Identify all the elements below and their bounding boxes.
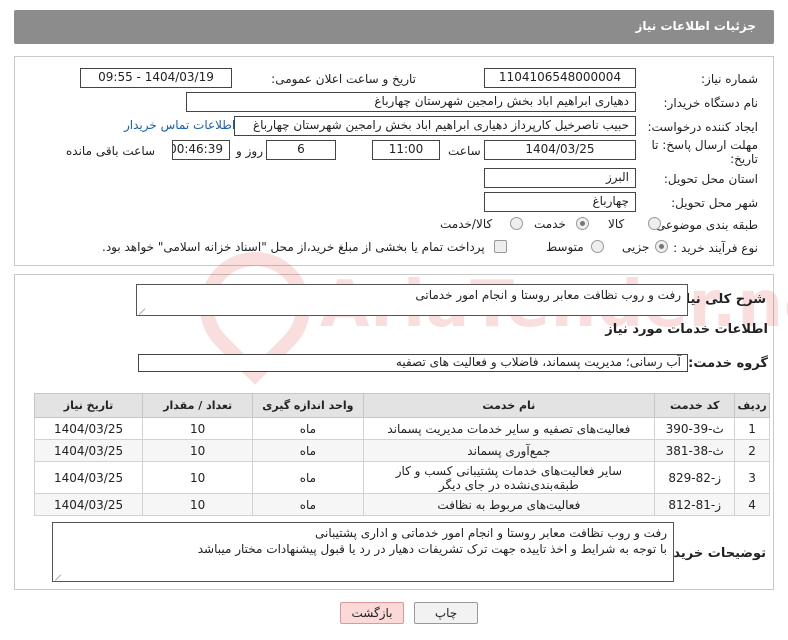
table-row: 4 ز-81-812 فعالیت‌های مربوط به نظافت ماه… xyxy=(33,493,770,516)
print-button[interactable]: چاپ xyxy=(414,602,478,624)
services-table: ردیف کد خدمت نام خدمت واحد اندازه گیری ت… xyxy=(33,393,770,516)
col-need-date: تاریخ نیاز xyxy=(33,393,144,418)
col-service-name: نام خدمت xyxy=(362,393,656,418)
days-label: روز و xyxy=(236,144,263,158)
need-number-field: 1104106548000004 xyxy=(484,68,636,88)
need-number-label: شماره نیاز: xyxy=(701,72,758,86)
treasury-note: پرداخت تمام یا بخشی از مبلغ خرید،از محل … xyxy=(102,240,485,254)
description-text: رفت و روب نظافت معابر روستا و انجام امور… xyxy=(415,288,681,302)
table-row: 2 ث-38-381 جمع‌آوری پسماند ماه 10 1404/0… xyxy=(33,439,770,462)
table-header-row: ردیف کد خدمت نام خدمت واحد اندازه گیری ت… xyxy=(33,393,770,418)
treasury-checkbox[interactable] xyxy=(494,240,507,253)
buyer-contact-link[interactable]: اطلاعات تماس خریدار xyxy=(124,118,235,132)
category-goods-label: کالا xyxy=(608,217,625,231)
category-goods-service-radio[interactable] xyxy=(510,217,523,230)
service-group-label: گروه خدمت: xyxy=(688,356,768,371)
purchase-minor-radio[interactable] xyxy=(655,240,668,253)
table-row: 3 ز-82-829 سایر فعالیت‌های خدمات پشتیبان… xyxy=(33,461,770,494)
city-field: چهارباغ xyxy=(484,192,636,212)
category-service-radio[interactable] xyxy=(576,217,589,230)
category-goods-radio[interactable] xyxy=(648,217,661,230)
remaining-label: ساعت باقی مانده xyxy=(66,144,156,158)
back-button[interactable]: بازگشت xyxy=(340,602,404,624)
purchase-medium-label: متوسط xyxy=(546,240,584,254)
city-label: شهر محل تحویل: xyxy=(671,196,758,210)
table-row: 1 ث-39-390 فعالیت‌های تصفیه و سایر خدمات… xyxy=(33,417,770,440)
deadline-date-field: 1404/03/25 xyxy=(484,140,636,160)
category-goods-service-label: کالا/خدمت xyxy=(440,217,493,231)
deadline-time-label: ساعت xyxy=(448,144,481,158)
services-section-title: اطلاعات خدمات مورد نیاز xyxy=(605,322,768,337)
buyer-notes-line2: با توجه به شرایط و اخذ تاییده جهت ترک تش… xyxy=(197,542,667,556)
deadline-time-field: 11:00 xyxy=(372,140,440,160)
remaining-days-field: 6 xyxy=(266,140,336,160)
announce-datetime-field: 1404/03/19 - 09:55 xyxy=(80,68,232,88)
buyer-notes-textarea: رفت و روب نظافت معابر روستا و انجام امور… xyxy=(52,522,674,586)
category-label: طبقه بندی موضوعی: xyxy=(651,218,758,232)
purchase-medium-radio[interactable] xyxy=(591,240,604,253)
announce-datetime-label: تاریخ و ساعت اعلان عمومی: xyxy=(271,72,416,86)
col-row-number: ردیف xyxy=(734,393,770,418)
deadline-label-line2: تاریخ: xyxy=(730,152,758,166)
col-quantity: تعداد / مقدار xyxy=(142,393,254,418)
details-header: جزئیات اطلاعات نیاز xyxy=(14,10,774,44)
deadline-label-line1: مهلت ارسال پاسخ: تا xyxy=(651,138,758,152)
purchase-minor-label: جزیی xyxy=(622,240,650,254)
service-group-field: آب رسانی؛ مدیریت پسماند، فاضلاب و فعالیت… xyxy=(138,354,688,372)
province-label: استان محل تحویل: xyxy=(663,172,758,186)
col-unit: واحد اندازه گیری xyxy=(252,393,364,418)
purchase-type-label: نوع فرآیند خرید : xyxy=(673,241,758,255)
description-textarea: رفت و روب نظافت معابر روستا و انجام امور… xyxy=(136,284,688,320)
remaining-time-field: 00:46:39 xyxy=(172,140,230,160)
buyer-org-label: نام دستگاه خریدار: xyxy=(663,96,759,110)
category-service-label: خدمت xyxy=(534,217,566,231)
buyer-org-field: دهیاری ابراهیم اباد بخش رامجین شهرستان چ… xyxy=(186,92,636,112)
buyer-notes-line1: رفت و روب نظافت معابر روستا و انجام امور… xyxy=(315,526,667,540)
col-service-code: کد خدمت xyxy=(654,393,736,418)
requester-label: ایجاد کننده درخواست: xyxy=(647,120,758,134)
page-title: جزئیات اطلاعات نیاز xyxy=(635,19,756,33)
requester-field: حبیب ناصرخیل کارپرداز دهیاری ابراهیم ابا… xyxy=(234,116,636,136)
province-field: البرز xyxy=(484,168,636,188)
